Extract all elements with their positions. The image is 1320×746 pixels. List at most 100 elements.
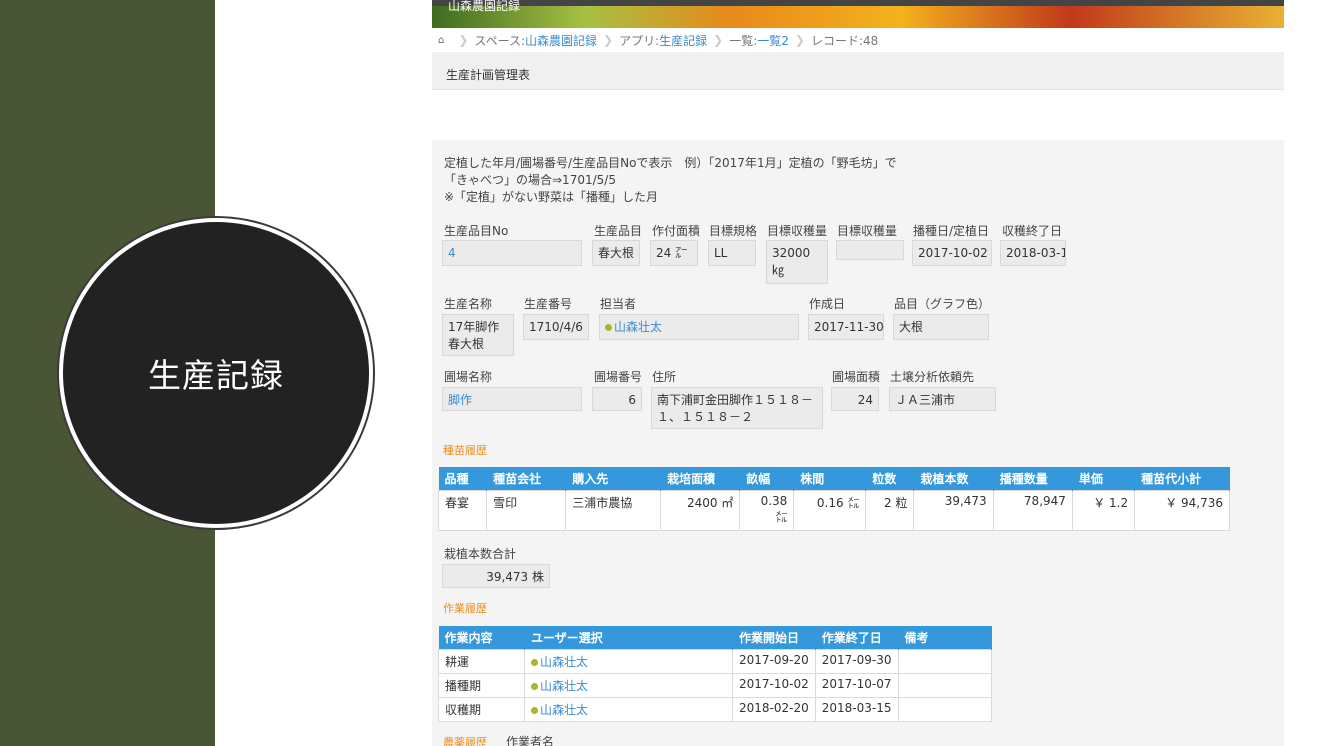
user-name[interactable]: 山森壮太 <box>540 655 588 669</box>
table-cell: 2017-09-30 <box>814 649 899 674</box>
breadcrumb: ⌂ ❯ スペース: 山森農園記録 ❯ アプリ: 生産記録 ❯ 一覧: 一覧2 ❯… <box>432 28 1284 52</box>
table-cell: 2 粒 <box>865 490 915 531</box>
table-cell: 三浦市農協 <box>565 490 662 531</box>
label-target-qty-2: 目標収穫量 <box>837 224 898 238</box>
record-form: 定植した年月/圃場番号/生産品目Noで表示 例）「2017年1月」定植の「野毛坊… <box>432 140 1284 746</box>
field-prod-name[interactable]: 17年脚作 春大根 <box>442 314 514 356</box>
label-field-no: 圃場番号 <box>594 370 643 384</box>
label-worker-name: 作業者名 <box>506 735 555 746</box>
user-name[interactable]: 山森壮太 <box>540 679 588 693</box>
table-cell: 0.38 ㍍ <box>739 490 795 531</box>
column-header: 株間 <box>793 467 867 491</box>
table-cell: 2018-02-20 <box>732 697 816 722</box>
breadcrumb-list-link[interactable]: 一覧2 <box>757 32 789 49</box>
table-cell: 2017-09-20 <box>732 649 816 674</box>
form-note: 定植した年月/圃場番号/生産品目Noで表示 例）「2017年1月」定植の「野毛坊… <box>444 155 897 206</box>
table-cell-user[interactable]: 山森壮太 <box>524 649 733 674</box>
banner-top-strip <box>432 0 1284 6</box>
slide-title: 生産記録 <box>148 356 284 395</box>
field-target-qty[interactable]: 32000 ㎏ <box>766 240 828 284</box>
table-cell-user[interactable]: 山森壮太 <box>524 697 733 722</box>
work-table-header: 作業内容 ユーザー選択 作業開始日 作業終了日 備考 <box>438 626 992 650</box>
table-cell: 2017-10-02 <box>732 673 816 698</box>
field-harvest-end[interactable]: 2018-03-1 <box>1000 240 1066 266</box>
note-line: 定植した年月/圃場番号/生産品目Noで表示 例）「2017年1月」定植の「野毛坊… <box>444 156 897 170</box>
field-spec[interactable]: LL <box>708 240 756 266</box>
home-icon[interactable]: ⌂ <box>438 35 444 46</box>
header-banner: 山森農園記録 <box>432 0 1284 28</box>
label-color-item: 品目（グラフ色） <box>894 297 991 311</box>
label-person: 担当者 <box>600 297 637 311</box>
label-field-name: 圃場名称 <box>444 370 493 384</box>
label-address: 住所 <box>652 370 677 384</box>
table-cell: 2400 ㎡ <box>660 490 741 531</box>
label-item: 生産品目 <box>594 224 643 238</box>
column-header: 畝幅 <box>739 467 795 491</box>
breadcrumb-app-prefix: アプリ: <box>619 33 660 48</box>
seed-table: 品種 種苗会社 購入先 栽培面積 畝幅 株間 粒数 栽植本数 播種数量 単価 種… <box>437 467 1230 531</box>
app-screenshot: 山森農園記録 ⌂ ❯ スペース: 山森農園記録 ❯ アプリ: 生産記録 ❯ 一覧… <box>432 0 1284 746</box>
column-header: 単価 <box>1072 467 1136 491</box>
field-field-name[interactable]: 脚作 <box>442 387 582 411</box>
note-line: ※「定植」がない野菜は「播種」した月 <box>444 190 659 204</box>
field-item[interactable]: 春大根 <box>592 240 640 266</box>
field-soil[interactable]: ＪＡ三浦市 <box>889 387 996 411</box>
table-cell <box>897 649 992 674</box>
table-cell: 雪印 <box>486 490 567 531</box>
table-cell <box>897 697 992 722</box>
label-target-qty: 目標収穫量 <box>767 224 828 238</box>
chevron-right-icon: ❯ <box>794 33 805 47</box>
field-target-qty-2[interactable] <box>836 240 904 260</box>
table-cell: 収穫期 <box>438 697 525 722</box>
table-row: 春宴 雪印 三浦市農協 2400 ㎡ 0.38 ㍍ 0.16 ㍍ 2 粒 39,… <box>437 490 1230 531</box>
table-cell: ￥ 1.2 <box>1071 490 1136 531</box>
label-item-no: 生産品目No <box>444 224 509 238</box>
table-cell: 春宴 <box>437 490 488 531</box>
person-name[interactable]: 山森壮太 <box>614 320 662 334</box>
table-cell-user[interactable]: 山森壮太 <box>524 673 733 698</box>
table-cell: 39,473 <box>913 490 994 531</box>
column-header: 種苗会社 <box>486 467 567 491</box>
table-row: 耕運 山森壮太 2017-09-20 2017-09-30 <box>438 649 992 674</box>
work-table: 作業内容 ユーザー選択 作業開始日 作業終了日 備考 耕運 山森壮太 2017-… <box>438 626 992 722</box>
breadcrumb-app-link[interactable]: 生産記録 <box>659 32 707 49</box>
label-prod-name: 生産名称 <box>444 297 493 311</box>
label-soil: 土壌分析依頼先 <box>890 370 975 384</box>
user-status-icon <box>531 707 538 714</box>
chevron-right-icon: ❯ <box>603 33 614 47</box>
column-header: 粒数 <box>865 467 915 491</box>
chevron-right-icon: ❯ <box>458 33 469 47</box>
field-prod-no[interactable]: 1710/4/6 <box>523 314 589 340</box>
field-color-item[interactable]: 大根 <box>893 314 989 340</box>
field-item-no[interactable]: 4 <box>442 240 582 266</box>
label-area: 作付面積 <box>652 224 701 238</box>
field-total-plants[interactable]: 39,473 株 <box>442 564 550 588</box>
field-field-no[interactable]: 6 <box>592 387 642 411</box>
table-cell: ￥ 94,736 <box>1134 490 1230 531</box>
column-header: 品種 <box>438 467 488 491</box>
user-name[interactable]: 山森壮太 <box>540 703 588 717</box>
field-created[interactable]: 2017-11-30 <box>808 314 884 340</box>
column-header: 作業内容 <box>438 626 525 650</box>
column-header: ユーザー選択 <box>524 626 733 650</box>
field-address[interactable]: 南下浦町金田脚作１５１８－１、１５１８－２ <box>651 387 823 429</box>
table-cell: 2018-03-15 <box>814 697 899 722</box>
user-status-icon <box>531 659 538 666</box>
title-circle: 生産記録 <box>63 222 369 524</box>
field-sow-date[interactable]: 2017-10-02 <box>912 240 992 266</box>
breadcrumb-space-link[interactable]: 山森農園記録 <box>525 32 597 49</box>
section-seed-title: 種苗履歴 <box>443 444 487 457</box>
table-cell: 耕運 <box>438 649 525 674</box>
label-harvest-end: 収穫終了日 <box>1002 224 1063 238</box>
label-created: 作成日 <box>809 297 846 311</box>
field-person[interactable]: 山森壮太 <box>599 314 799 340</box>
table-cell: 播種期 <box>438 673 525 698</box>
field-area[interactable]: 24 ㌃ <box>650 240 698 266</box>
column-header: 種苗代小計 <box>1134 467 1230 491</box>
seed-table-header: 品種 種苗会社 購入先 栽培面積 畝幅 株間 粒数 栽植本数 播種数量 単価 種… <box>438 467 1230 491</box>
field-field-area[interactable]: 24 <box>831 387 879 411</box>
table-row: 収穫期 山森壮太 2018-02-20 2018-03-15 <box>438 697 992 722</box>
breadcrumb-space-prefix: スペース: <box>474 33 526 48</box>
column-header: 購入先 <box>565 467 662 491</box>
page-title-bar: 生産計画管理表 <box>432 52 1284 90</box>
